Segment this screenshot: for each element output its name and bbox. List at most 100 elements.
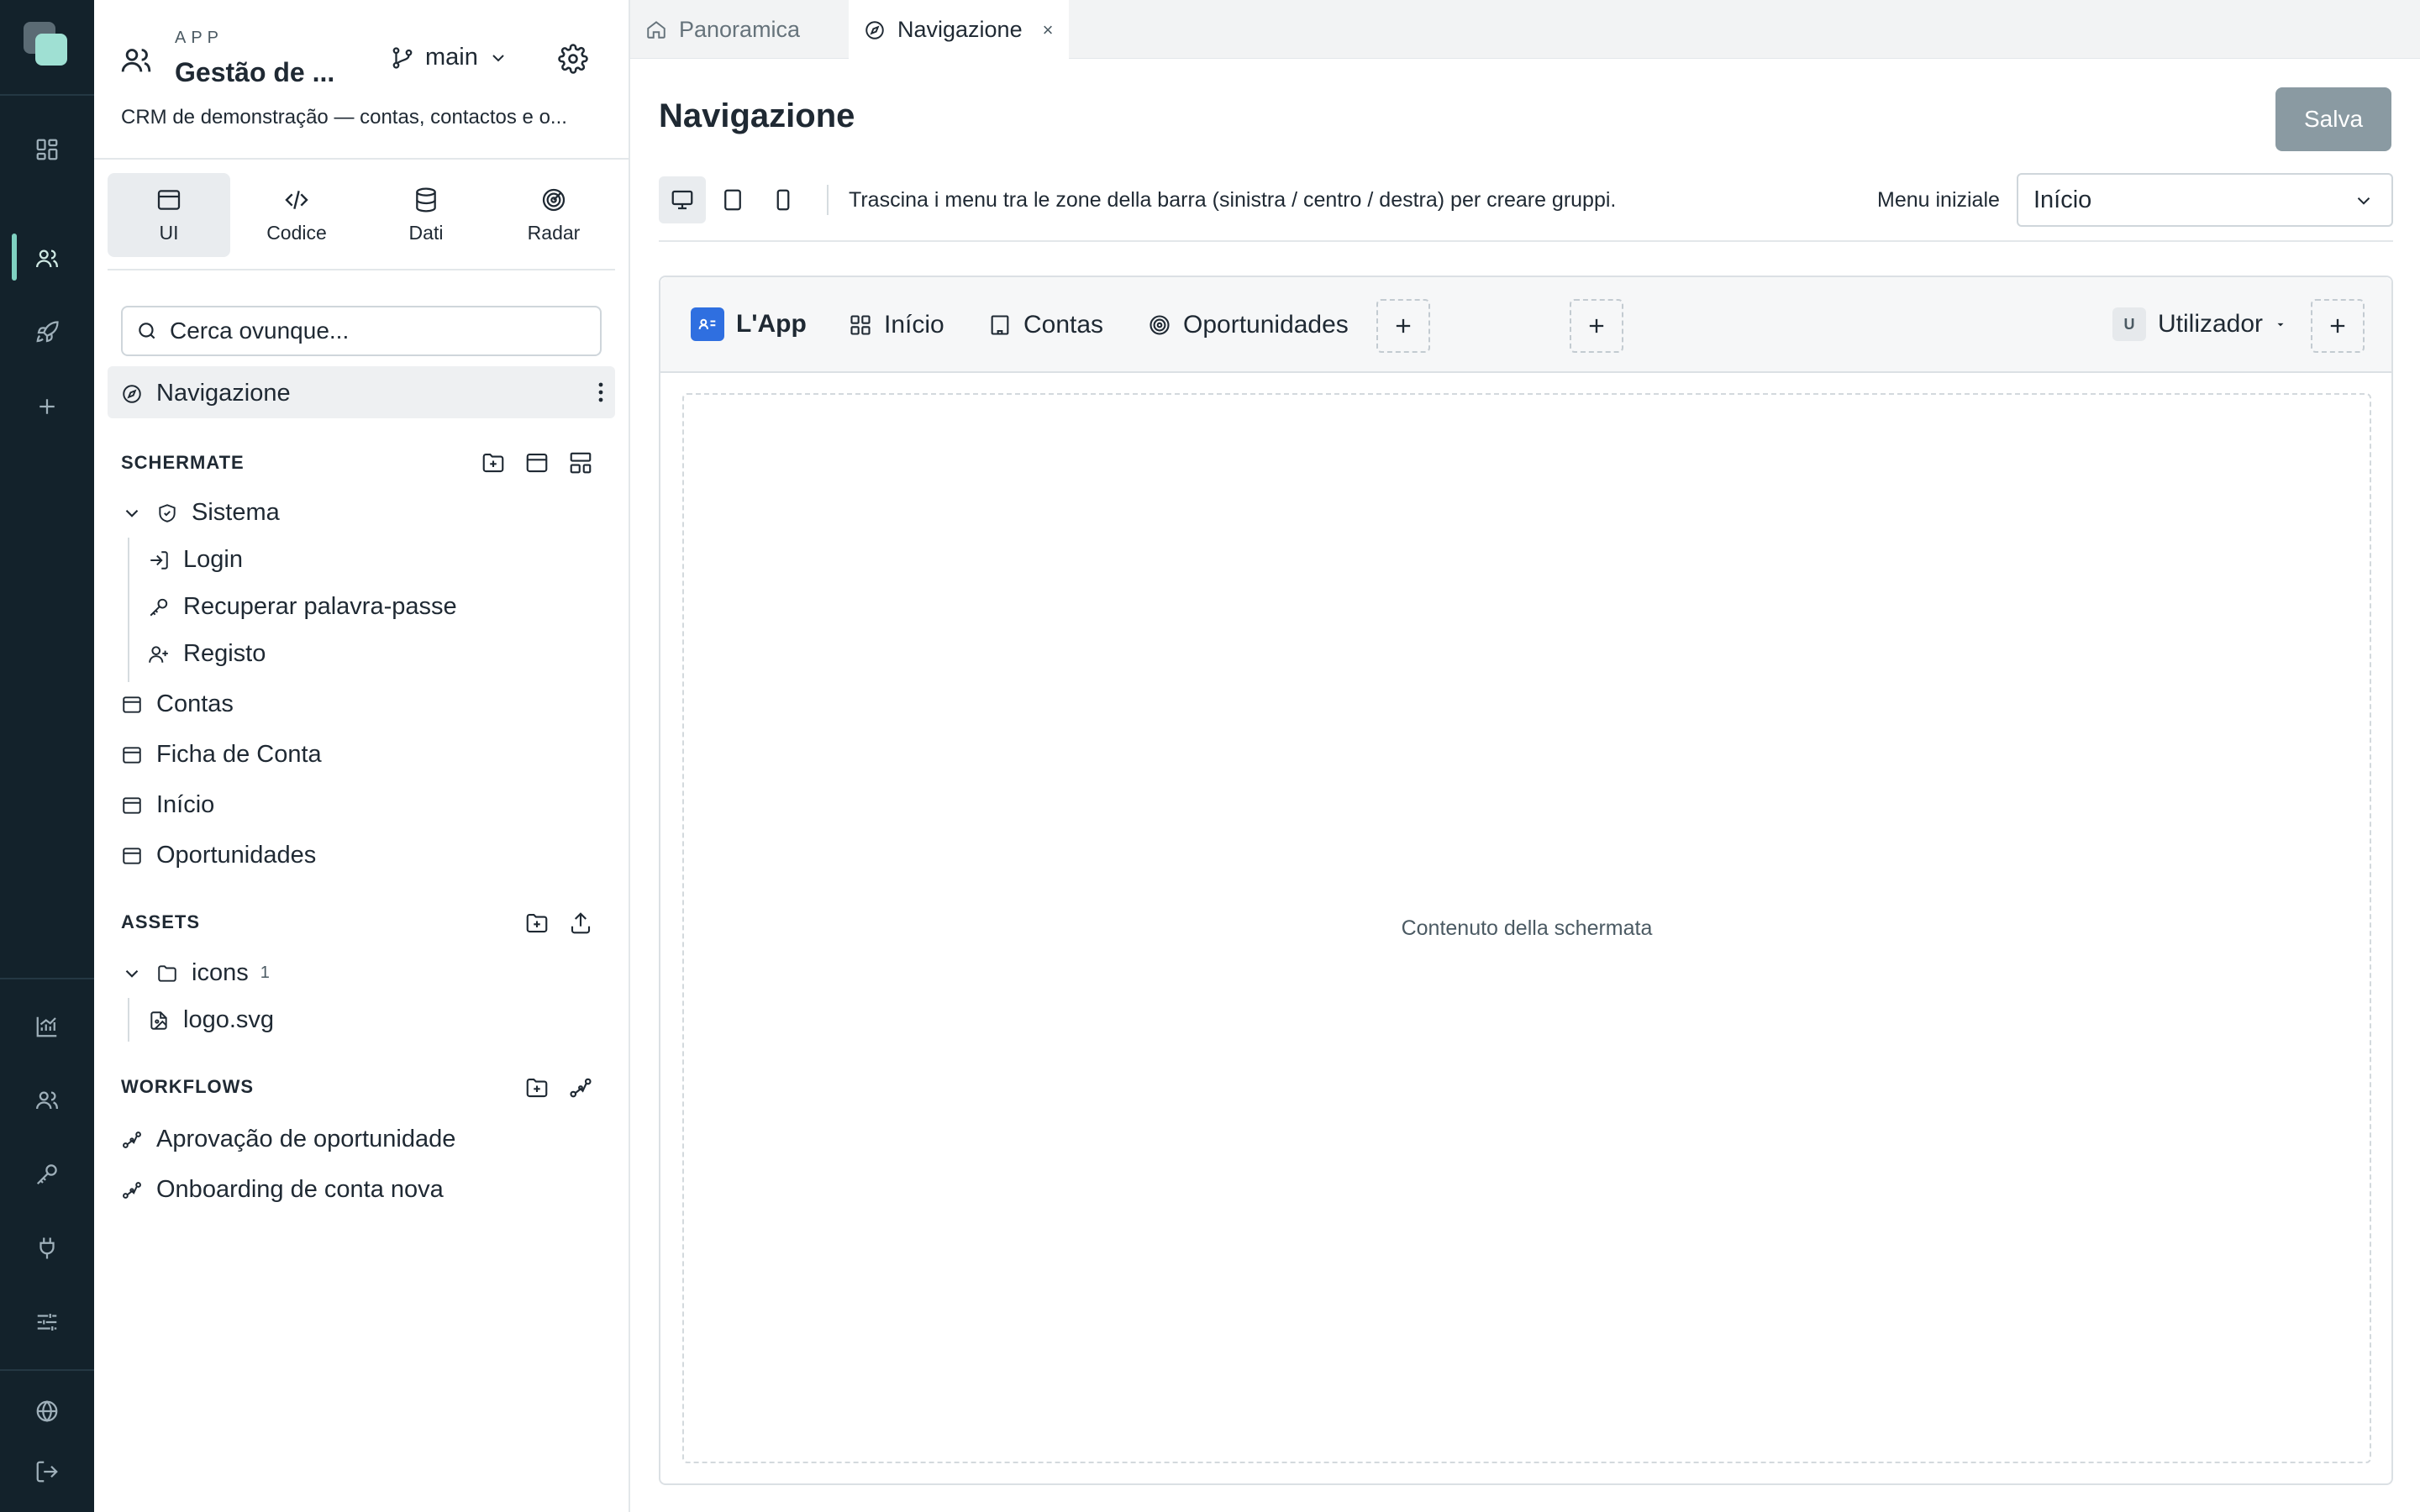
initial-menu-select[interactable]: Início (2017, 173, 2393, 227)
more-options-icon[interactable] (598, 381, 603, 403)
preview-menu-contas[interactable]: Contas (988, 311, 1103, 339)
branch-name: main (425, 44, 478, 71)
new-folder-icon[interactable] (481, 450, 506, 475)
analytics-icon[interactable] (0, 1001, 94, 1052)
workflow-aprovacao-label: Aprovação de oportunidade (156, 1126, 456, 1152)
mobile-preview-icon[interactable] (760, 176, 807, 223)
folder-icons[interactable]: icons 1 (121, 959, 270, 987)
initial-menu-value: Início (2033, 186, 2092, 213)
sidebar-tabs: UI Codice Dati Radar (108, 173, 615, 270)
save-button[interactable]: Salva (2275, 87, 2391, 151)
new-folder-icon[interactable] (524, 911, 550, 936)
screen-item-ficha[interactable]: Ficha de Conta (121, 741, 322, 769)
screen-icon (121, 845, 143, 867)
settings-gear-icon[interactable] (558, 44, 588, 74)
workflow-icon (121, 1129, 143, 1151)
tab-panoramica[interactable]: Panoramica (630, 0, 847, 59)
tab-navigazione[interactable]: Navigazione × (849, 0, 1069, 60)
new-screen-icon[interactable] (524, 450, 550, 475)
preview-menu-inicio[interactable]: Início (849, 311, 944, 339)
layout-template-icon[interactable] (568, 450, 593, 475)
folder-count-badge: 1 (260, 963, 270, 982)
preview-menu-oportunidades[interactable]: Oportunidades (1148, 311, 1349, 339)
chevron-down-icon (488, 48, 508, 68)
project-sidebar: APP Gestão de ... main CRM de demonstraç… (94, 0, 630, 1512)
target-icon (1148, 313, 1171, 337)
shield-icon (156, 502, 178, 524)
brand-contact-card-icon (691, 307, 724, 341)
screen-login-label: Login (183, 546, 243, 573)
screen-item-oportunidades[interactable]: Oportunidades (121, 842, 316, 869)
preview-toolbar: Trascina i menu tra le zone della barra … (659, 173, 2393, 242)
app-header: APP Gestão de ... main CRM de demonstraç… (94, 0, 629, 160)
users-icon[interactable] (0, 234, 94, 284)
logout-icon[interactable] (0, 1446, 94, 1497)
branch-selector[interactable]: main (390, 44, 508, 71)
plug-icon[interactable] (0, 1223, 94, 1273)
close-tab-icon[interactable]: × (1043, 19, 1054, 41)
asset-item-logo[interactable]: logo.svg (148, 1006, 274, 1034)
search-icon (136, 320, 158, 342)
upload-icon[interactable] (568, 911, 593, 936)
add-menu-right-button[interactable] (2311, 299, 2365, 353)
tablet-preview-icon[interactable] (709, 176, 756, 223)
workflow-icon[interactable] (568, 1075, 593, 1100)
app-preview-canvas: L'App Início Contas Oportunidades U Util… (659, 276, 2393, 1485)
tab-code[interactable]: Codice (235, 173, 358, 257)
preview-menu-inicio-label: Início (884, 311, 944, 339)
tab-code-label: Codice (266, 221, 327, 244)
login-icon (148, 549, 170, 571)
add-icon[interactable] (0, 381, 94, 432)
database-icon (413, 186, 439, 213)
preview-brand[interactable]: L'App (691, 307, 807, 341)
tab-radar-label: Radar (527, 221, 581, 244)
new-folder-icon[interactable] (524, 1075, 550, 1100)
home-icon (645, 18, 667, 40)
rocket-icon[interactable] (0, 307, 94, 358)
sliders-icon[interactable] (0, 1297, 94, 1347)
workflow-item-aprovacao[interactable]: Aprovação de oportunidade (121, 1126, 455, 1153)
team-icon[interactable] (0, 1075, 94, 1126)
avatar: U (2112, 307, 2146, 341)
folder-icons-label: icons (192, 959, 249, 986)
workflow-item-onboarding[interactable]: Onboarding de conta nova (121, 1176, 444, 1204)
app-users-icon (119, 44, 153, 77)
initial-menu-label: Menu iniziale (1877, 188, 2000, 212)
dashboard-icon[interactable] (0, 124, 94, 175)
key-icon[interactable] (0, 1149, 94, 1200)
search-placeholder: Cerca ovunque... (170, 318, 350, 344)
screen-item-login[interactable]: Login (148, 546, 243, 574)
sidebar-item-navigazione[interactable]: Navigazione (108, 366, 615, 418)
screen-icon (121, 795, 143, 816)
tab-ui[interactable]: UI (108, 173, 230, 257)
globe-icon[interactable] (0, 1386, 94, 1436)
preview-menu-oportunidades-label: Oportunidades (1183, 311, 1349, 339)
screen-item-recuperar[interactable]: Recuperar palavra-passe (148, 593, 457, 621)
preview-navbar: L'App Início Contas Oportunidades U Util… (660, 277, 2391, 373)
key-icon (148, 596, 170, 618)
screen-item-inicio[interactable]: Início (121, 791, 214, 819)
section-title-workflows: WORKFLOWS (121, 1076, 255, 1097)
folder-sistema-label: Sistema (192, 499, 280, 526)
screen-item-registo[interactable]: Registo (148, 640, 266, 668)
screen-oportunidades-label: Oportunidades (156, 842, 317, 869)
search-input[interactable]: Cerca ovunque... (121, 306, 602, 356)
folder-icon (156, 963, 178, 984)
plus-icon (2326, 314, 2349, 338)
tab-radar[interactable]: Radar (492, 173, 615, 257)
add-menu-center-button[interactable] (1570, 299, 1623, 353)
git-branch-icon (390, 45, 415, 71)
screen-item-contas[interactable]: Contas (121, 690, 234, 718)
desktop-preview-icon[interactable] (659, 176, 706, 223)
chevron-down-icon (121, 963, 143, 984)
image-file-icon (148, 1010, 170, 1032)
section-title-screens: SCHERMATE (121, 452, 245, 473)
folder-sistema[interactable]: Sistema (121, 499, 280, 527)
preview-menu-contas-label: Contas (1023, 311, 1104, 339)
add-menu-left-button[interactable] (1376, 299, 1430, 353)
preview-user-menu[interactable]: U Utilizador (2112, 307, 2286, 341)
workspace-logo[interactable] (24, 22, 71, 69)
app-description: CRM de demonstração — contas, contactos … (121, 106, 567, 129)
tab-data[interactable]: Dati (365, 173, 487, 257)
building-icon (988, 313, 1012, 337)
